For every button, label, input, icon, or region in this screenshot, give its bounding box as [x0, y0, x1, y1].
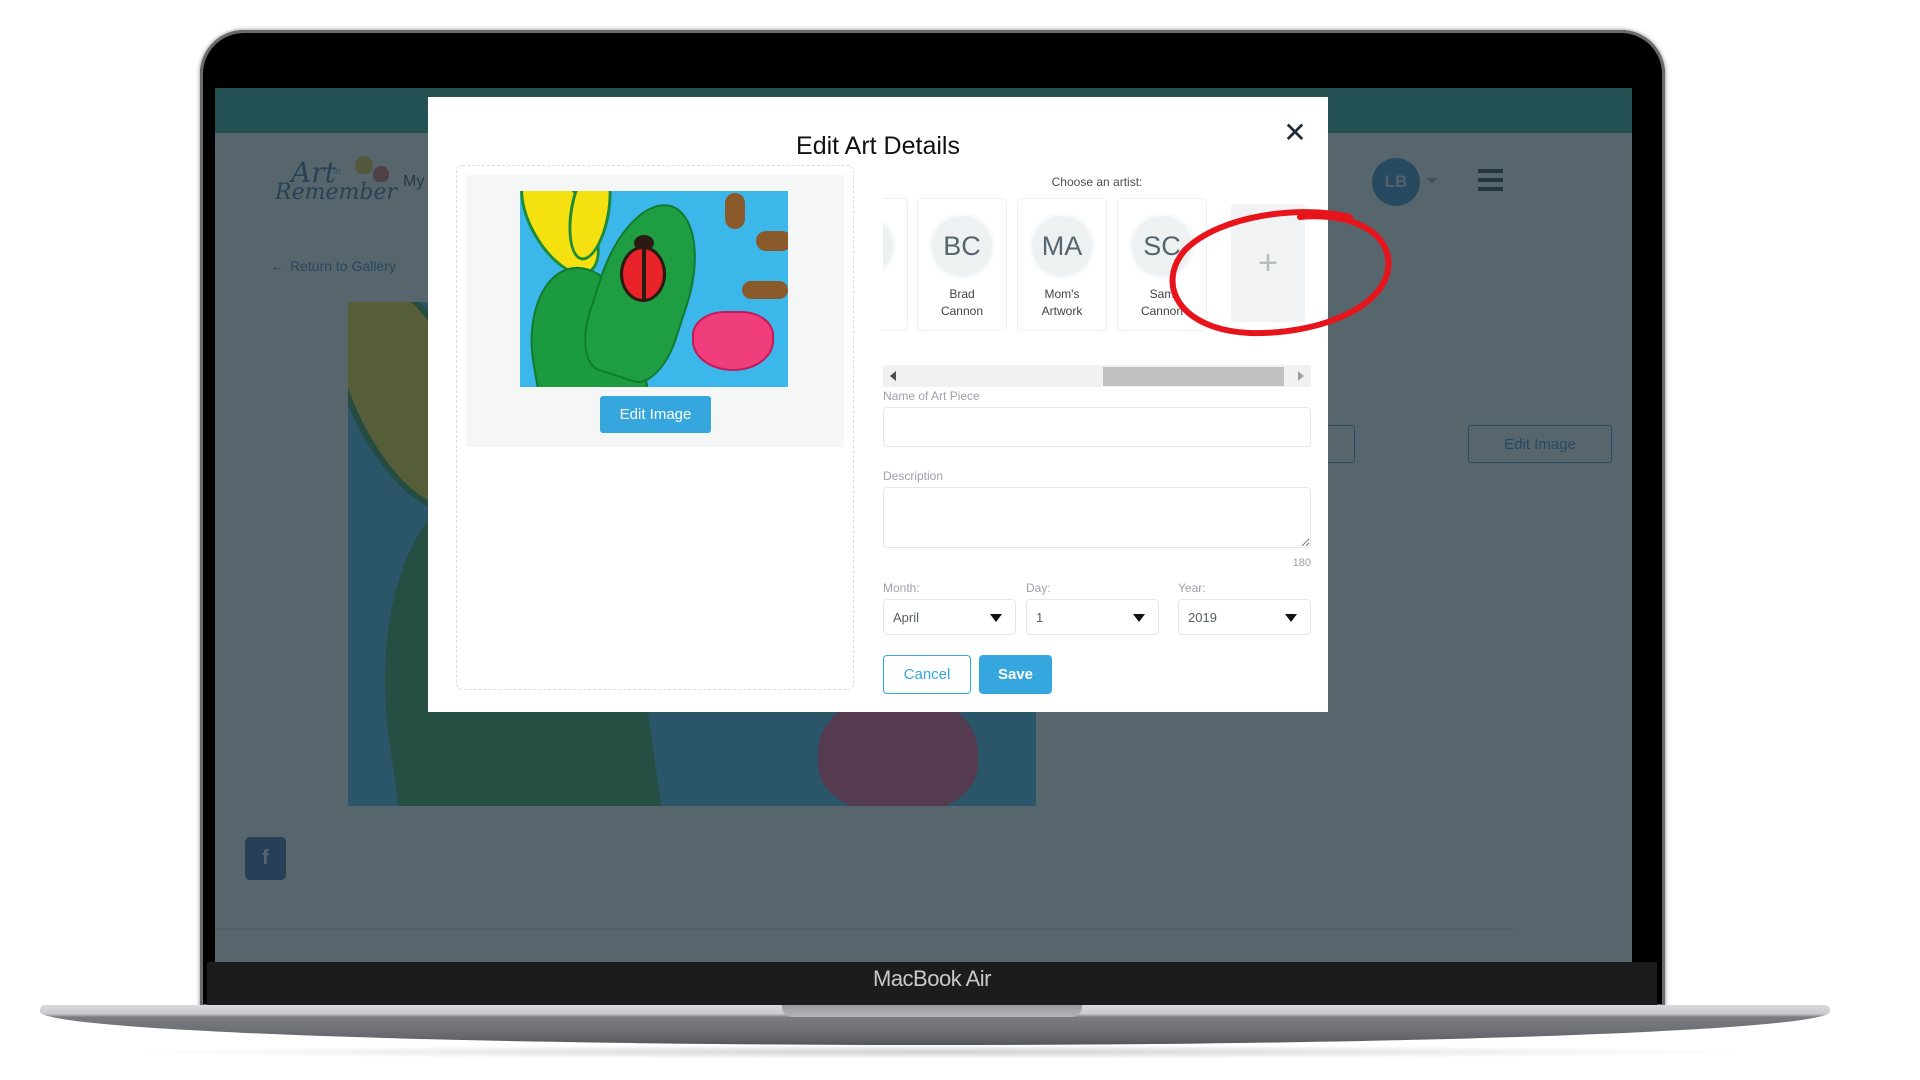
chevron-down-icon — [1133, 614, 1145, 622]
char-count: 180 — [1292, 557, 1311, 569]
laptop-chin: MacBook Air — [207, 962, 1657, 1007]
month-value: April — [893, 610, 920, 625]
day-value: 1 — [1036, 610, 1044, 625]
artist-card[interactable]: C n — [883, 198, 908, 331]
artist-name: n — [883, 286, 907, 303]
artist-initials: SC — [1129, 213, 1195, 279]
year-label: Year: — [1178, 581, 1206, 595]
laptop-base — [40, 1005, 1830, 1045]
cancel-button[interactable]: Cancel — [883, 655, 971, 694]
day-label: Day: — [1026, 581, 1051, 595]
artist-name: Brad Cannon — [940, 287, 984, 318]
description-label: Description — [883, 469, 944, 483]
edit-art-modal: Edit Art Details ✕ Edit Image Choose an … — [428, 97, 1328, 712]
edit-image-button[interactable]: Edit Image — [600, 396, 711, 433]
name-label: Name of Art Piece — [883, 389, 980, 403]
chevron-down-icon — [1285, 614, 1297, 622]
month-label: Month: — [883, 581, 920, 595]
screen: Art to Remember My G LB ←Return to Galle… — [215, 88, 1632, 962]
art-name-input[interactable] — [883, 407, 1311, 447]
artwork-thumbnail — [520, 191, 788, 387]
artist-card[interactable]: MA Mom's Artwork — [1017, 198, 1107, 331]
scroll-left-arrow-icon[interactable] — [890, 371, 896, 381]
artist-card[interactable]: BC Brad Cannon — [917, 198, 1007, 331]
art-details-form: Choose an artist: C n BC BradCannon MA — [883, 97, 1311, 712]
laptop-opening-notch — [782, 1005, 1082, 1017]
model-label: MacBook Air — [873, 966, 992, 991]
artist-name: Mom's Artwork — [1041, 287, 1083, 318]
image-preview-panel: Edit Image — [456, 165, 854, 690]
add-artist-button[interactable]: + — [1231, 204, 1305, 322]
artist-initials: MA — [1029, 213, 1095, 279]
laptop-shadow — [120, 1045, 1760, 1059]
day-select[interactable]: 1 — [1026, 599, 1159, 635]
artist-card[interactable]: SC Sam Cannon — [1117, 198, 1207, 331]
year-select[interactable]: 2019 — [1178, 599, 1311, 635]
choose-artist-label: Choose an artist: — [1051, 175, 1143, 189]
chevron-down-icon — [990, 614, 1002, 622]
scrollbar-thumb[interactable] — [1103, 367, 1284, 386]
artist-initials: BC — [929, 213, 995, 279]
artist-carousel: C n BC BradCannon MA Mom'sArtwork — [883, 198, 1311, 334]
year-value: 2019 — [1188, 610, 1217, 625]
artist-name: Sam Cannon — [1140, 287, 1184, 318]
month-select[interactable]: April — [883, 599, 1016, 635]
artist-carousel-scrollbar[interactable] — [883, 365, 1311, 387]
artist-initials: C — [883, 213, 896, 279]
scroll-right-arrow-icon[interactable] — [1298, 371, 1304, 381]
description-textarea[interactable] — [883, 487, 1311, 548]
plus-icon: + — [1258, 243, 1278, 282]
save-button[interactable]: Save — [979, 655, 1052, 694]
image-preview-area: Edit Image — [466, 175, 844, 447]
